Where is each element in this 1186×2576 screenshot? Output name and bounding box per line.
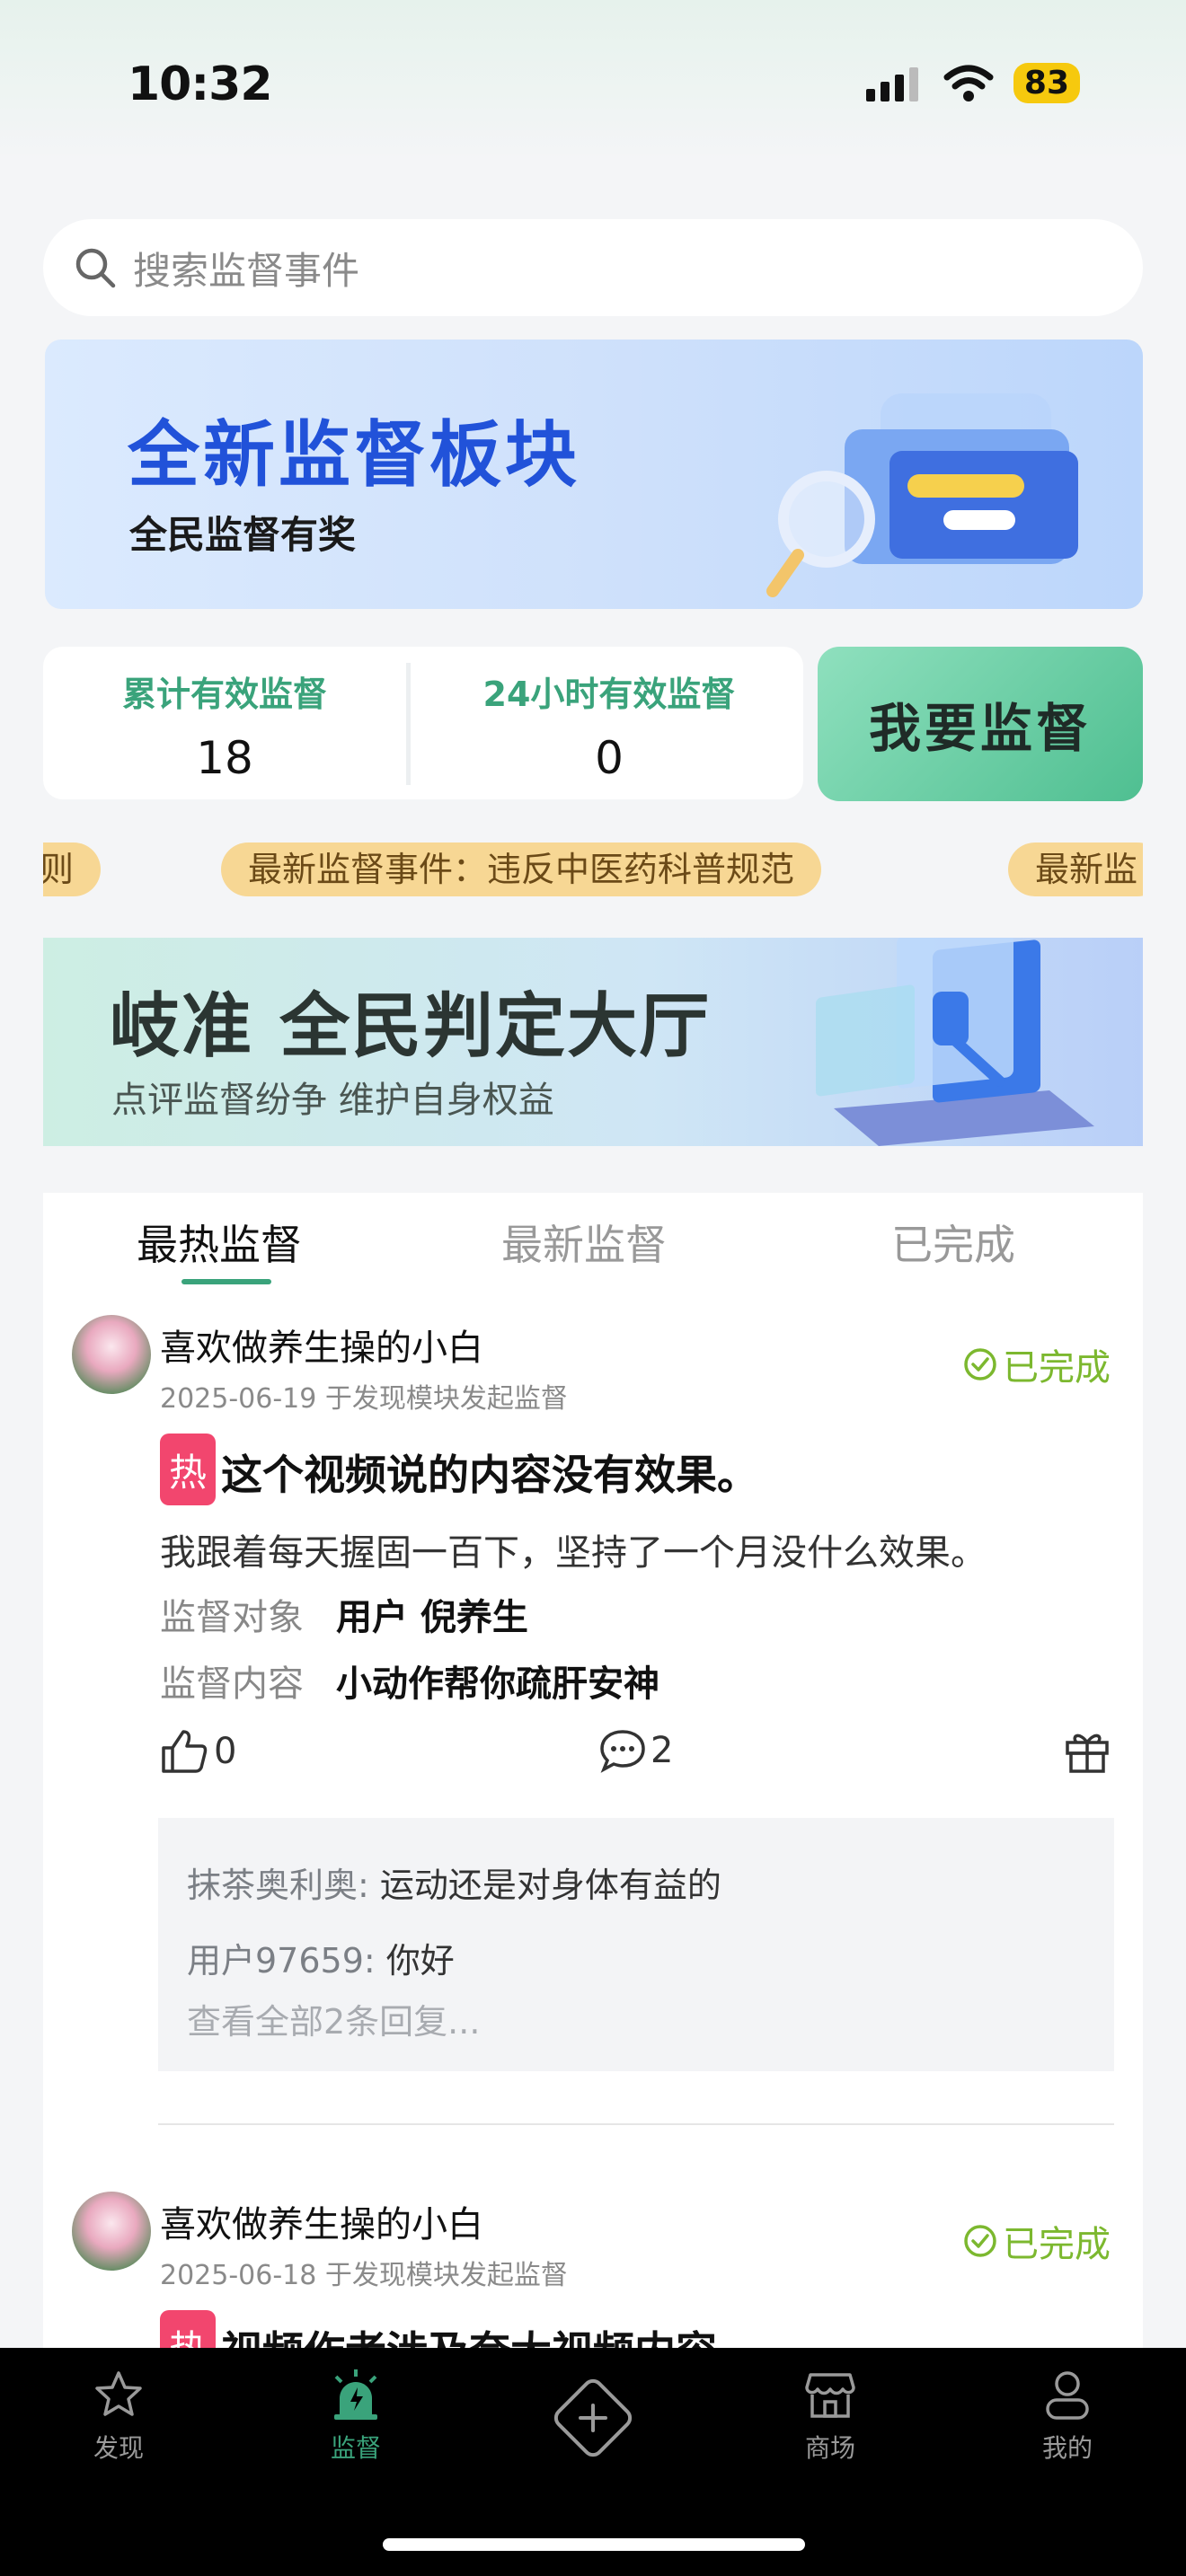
- nav-label: 发现: [93, 2433, 144, 2463]
- comment-count: 2: [651, 1730, 674, 1771]
- status-badge: 已完成: [963, 1338, 1111, 1390]
- nav-label: 我的: [1041, 2433, 1093, 2463]
- status-label: 已完成: [1003, 2224, 1111, 2265]
- post-divider: [158, 2123, 1114, 2125]
- view-all-replies-link[interactable]: 查看全部2条回复...: [187, 1994, 480, 2043]
- start-monitor-button[interactable]: 我要监督: [818, 647, 1143, 801]
- tab-latest[interactable]: 最新监督: [501, 1213, 667, 1272]
- judge-hall-title: 岐准 全民判定大厅: [110, 986, 712, 1067]
- reply-text: 运动还是对身体有益的: [368, 1866, 721, 1905]
- content-label: 监督内容: [160, 1663, 304, 1705]
- folder-magnifier-illustration: [766, 393, 1078, 597]
- promo-banner-subtitle: 全民监督有奖: [129, 513, 357, 557]
- status-time: 10:32: [128, 57, 273, 111]
- gavel-panel-illustration: [816, 938, 1094, 1146]
- promo-banner-title: 全新监督板块: [128, 413, 580, 497]
- like-count: 0: [214, 1731, 237, 1772]
- total-monitor-value: 18: [196, 732, 253, 784]
- nav-profile[interactable]: 我的: [996, 2368, 1139, 2465]
- status-label: 已完成: [1003, 1347, 1111, 1389]
- reply-author: 用户97659:: [187, 1941, 376, 1981]
- status-badge: 已完成: [963, 2215, 1111, 2267]
- status-icons: 83: [865, 63, 1080, 103]
- nav-discover[interactable]: 发现: [47, 2368, 190, 2465]
- post-meta: 2025-06-19 于发现模块发起监督: [160, 1383, 568, 1415]
- stats-divider: [406, 663, 411, 785]
- nav-monitor[interactable]: 监督: [284, 2368, 428, 2465]
- nav-label: 商场: [804, 2433, 855, 2463]
- comment-button[interactable]: 2: [598, 1728, 673, 1773]
- nav-label: 监督: [330, 2433, 381, 2463]
- check-circle-icon: [964, 2225, 996, 2257]
- store-icon: [805, 2373, 855, 2418]
- content-value[interactable]: 小动作帮你疏肝安神: [336, 1654, 659, 1707]
- alarm-light-icon: [334, 2369, 377, 2420]
- avatar[interactable]: [72, 2192, 151, 2271]
- search-icon: [75, 248, 116, 288]
- star-badge-icon: [95, 2371, 142, 2416]
- like-button[interactable]: 0: [160, 1728, 236, 1775]
- day-monitor-value: 0: [595, 732, 624, 784]
- gift-icon[interactable]: [1064, 1728, 1111, 1775]
- avatar[interactable]: [72, 1315, 151, 1394]
- post-title[interactable]: 这个视频说的内容没有效果。: [221, 1442, 758, 1502]
- ticker-item[interactable]: 则: [43, 842, 102, 896]
- ticker-item[interactable]: 最新监督事件：违反中医药科普规范: [221, 842, 822, 896]
- home-indicator[interactable]: [383, 2538, 805, 2551]
- ticker-item[interactable]: 最新监: [1008, 842, 1143, 896]
- tab-hot[interactable]: 最热监督: [137, 1213, 302, 1272]
- target-label: 监督对象: [160, 1597, 304, 1638]
- reply-preview[interactable]: 抹茶奥利奥: 运动还是对身体有益的 用户97659: 你好 查看全部2条回复..…: [158, 1818, 1114, 2071]
- user-icon: [1046, 2371, 1089, 2420]
- judge-hall-subtitle: 点评监督纷争 维护自身权益: [111, 1080, 554, 1121]
- stats-panel: 累计有效监督 18 24小时有效监督 0: [43, 647, 803, 799]
- tab-completed[interactable]: 已完成: [891, 1213, 1015, 1272]
- judge-hall-banner[interactable]: 岐准 全民判定大厅 点评监督纷争 维护自身权益: [43, 938, 1143, 1146]
- total-monitor-stat: 累计有效监督 18: [45, 666, 404, 784]
- cellular-signal-icon: [865, 66, 918, 101]
- total-monitor-label: 累计有效监督: [121, 675, 327, 714]
- search-placeholder: 搜索监督事件: [133, 248, 360, 293]
- news-ticker: 则 最新监督事件：违反中医药科普规范 最新监: [43, 842, 1143, 896]
- hot-tag: 热: [160, 1434, 216, 1505]
- search-input[interactable]: 搜索监督事件: [43, 219, 1143, 316]
- post-description: 我跟着每天握固一百下，坚持了一个月没什么效果。: [160, 1532, 987, 1574]
- promo-banner[interactable]: 全新监督板块 全民监督有奖: [45, 340, 1143, 609]
- check-circle-icon: [964, 1348, 996, 1381]
- plus-diamond-icon[interactable]: [543, 2368, 643, 2468]
- reply-item: 用户97659: 你好: [187, 1933, 455, 1982]
- comment-bubble-icon: [600, 1730, 645, 1773]
- post-username[interactable]: 喜欢做养生操的小白: [160, 1319, 483, 1371]
- reply-text: 你好: [375, 1941, 455, 1981]
- active-tab-indicator: [181, 1279, 271, 1284]
- battery-badge: 83: [1013, 63, 1080, 103]
- post-username[interactable]: 喜欢做养生操的小白: [160, 2195, 483, 2247]
- post-meta: 2025-06-18 于发现模块发起监督: [160, 2260, 568, 2291]
- reply-item: 抹茶奥利奥: 运动还是对身体有益的: [187, 1857, 721, 1907]
- target-value[interactable]: 用户 倪养生: [336, 1588, 528, 1640]
- reply-author: 抹茶奥利奥:: [187, 1866, 369, 1905]
- nav-mall[interactable]: 商场: [758, 2368, 902, 2465]
- day-monitor-stat: 24小时有效监督 0: [429, 666, 789, 784]
- thumbs-up-icon: [162, 1730, 208, 1773]
- day-monitor-label: 24小时有效监督: [482, 675, 736, 714]
- wifi-icon: [943, 65, 994, 101]
